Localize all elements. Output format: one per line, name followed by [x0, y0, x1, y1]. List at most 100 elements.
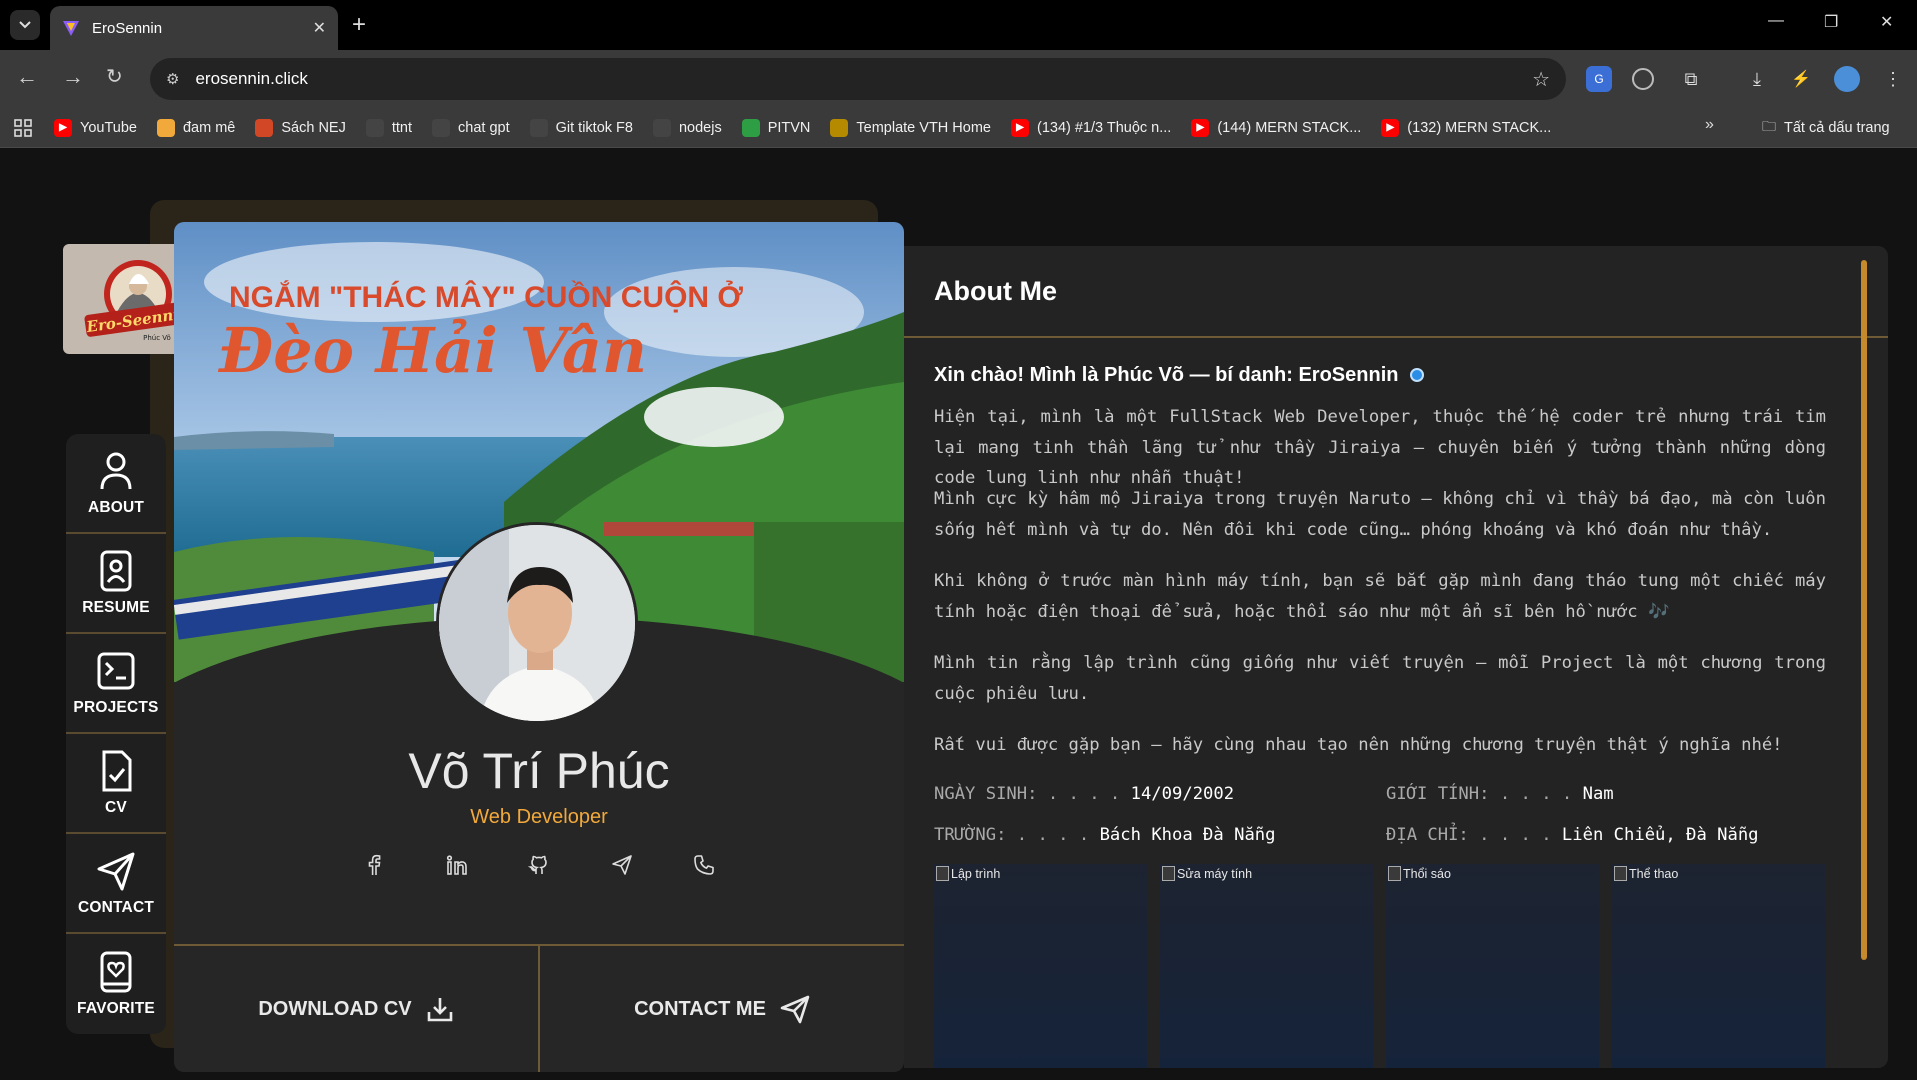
contact-me-label: CONTACT ME — [634, 997, 766, 1020]
bookmark-item[interactable]: nodejs — [652, 118, 722, 137]
nav-about[interactable]: ABOUT — [66, 434, 166, 534]
telegram-link[interactable] — [607, 850, 637, 880]
browser-tab[interactable]: EroSennin ✕ — [50, 6, 338, 50]
hobby-card[interactable]: Lập trình — [934, 864, 1147, 1068]
compass-icon[interactable] — [1632, 68, 1654, 90]
hobby-caption: Sửa máy tính — [1162, 866, 1252, 881]
about-paragraph: Hiện tại, mình là một FullStack Web Deve… — [934, 407, 1826, 488]
bookmark-label: (144) MERN STACK... — [1217, 119, 1362, 136]
scrollbar-thumb[interactable] — [1861, 260, 1867, 960]
bookmark-item[interactable]: chat gpt — [432, 118, 510, 137]
new-tab-button[interactable]: + — [352, 10, 366, 40]
linkedin-icon — [446, 855, 467, 875]
hobby-label: Lập trình — [951, 866, 1001, 881]
nav-favorite[interactable]: FAVORITE — [66, 934, 166, 1034]
nav-contact[interactable]: CONTACT — [66, 834, 166, 934]
about-paragraph: Khi không ở trước màn hình máy tính, bạn… — [934, 571, 1826, 622]
youtube-icon: ▶ — [54, 118, 72, 137]
bookmark-label: đam mê — [182, 119, 236, 136]
reload-button[interactable]: ↻ — [106, 64, 123, 89]
minimize-button[interactable]: — — [1768, 12, 1784, 30]
info-gender-value: Nam — [1582, 784, 1614, 804]
bookmark-item[interactable]: PITVN — [741, 118, 811, 137]
about-paragraph: Rất vui được gặp bạn — hãy cùng nhau tạo… — [934, 735, 1783, 755]
nav-projects[interactable]: PROJECTS — [66, 634, 166, 734]
hobby-card[interactable]: Thổi sáo — [1386, 864, 1599, 1068]
nav-cv[interactable]: CV — [66, 734, 166, 834]
download-cv-label: DOWNLOAD CV — [258, 997, 412, 1020]
info-school-value: Bách Khoa Đà Nẵng — [1099, 825, 1276, 845]
nav-resume[interactable]: RESUME — [66, 534, 166, 634]
chevron-down-icon — [19, 21, 31, 29]
restore-button[interactable]: ❐ — [1824, 12, 1838, 32]
document-check-icon — [102, 750, 132, 792]
info-dob: NGÀY SINH: . . . . 14/09/2002 — [934, 784, 1234, 804]
menu-icon[interactable]: ⋮ — [1880, 66, 1906, 92]
site-favicon — [63, 21, 79, 36]
toolbar: ← → ↻ ⚙ erosennin.click ☆ G ⧉ ⤓ ⚡ ⋮ — [0, 50, 1917, 108]
bookmark-item[interactable]: ttnt — [365, 118, 412, 137]
download-icon[interactable]: ⤓ — [1744, 66, 1770, 92]
profile-avatar[interactable] — [1834, 66, 1860, 92]
facebook-link[interactable] — [359, 850, 389, 880]
bookmark-item[interactable]: Template VTH Home — [830, 118, 991, 137]
bookmark-label: chat gpt — [458, 119, 510, 136]
download-cv-button[interactable]: DOWNLOAD CV — [174, 946, 540, 1072]
url-text[interactable]: erosennin.click — [195, 69, 1532, 89]
contact-me-button[interactable]: CONTACT ME — [540, 946, 904, 1072]
back-button[interactable]: ← — [16, 64, 38, 90]
profile-role: Web Developer — [470, 806, 608, 828]
bookmark-label: Template VTH Home — [856, 119, 991, 136]
nav-projects-label: PROJECTS — [73, 699, 159, 716]
github-icon — [528, 855, 547, 874]
nav-about-label: ABOUT — [87, 499, 145, 516]
bookmark-item[interactable]: Sách NEJ — [255, 118, 346, 137]
github-icon — [529, 118, 548, 137]
bookmark-star-icon[interactable]: ☆ — [1532, 67, 1550, 92]
page: Ero-Seennin Phúc Võ ABOUT RESUME PROJECT… — [0, 148, 1917, 1080]
performance-icon[interactable]: ⚡ — [1788, 66, 1814, 92]
more-bookmarks-icon[interactable]: » — [1705, 116, 1714, 134]
forward-button[interactable]: → — [62, 64, 84, 90]
bookmark-item[interactable]: ▶ (144) MERN STACK... — [1191, 118, 1362, 137]
youtube-icon: ▶ — [1010, 118, 1029, 137]
banner-headline: NGẮM "THÁC MÂY" CUỒN CUỘN Ở — [229, 280, 743, 314]
about-paragraph: Mình cực kỳ hâm mộ Jiraiya trong truyện … — [934, 489, 1826, 540]
close-tab-icon[interactable]: ✕ — [313, 18, 326, 38]
avatar — [436, 522, 638, 724]
nav-contact-label: CONTACT — [77, 899, 155, 916]
apps-icon[interactable] — [14, 118, 32, 137]
all-bookmarks-label: Tất cả dấu trang — [1784, 120, 1890, 136]
all-bookmarks-button[interactable]: 🗀 Tất cả dấu trang — [1762, 116, 1890, 140]
address-bar[interactable]: ⚙ erosennin.click ☆ — [150, 58, 1566, 100]
terminal-icon — [97, 652, 135, 690]
bookmark-item[interactable]: đam mê — [156, 118, 236, 137]
linkedin-link[interactable] — [442, 850, 472, 880]
download-icon — [427, 998, 452, 1022]
bookmark-item[interactable]: ▶ YouTube — [54, 118, 137, 137]
bookmark-label: PITVN — [767, 119, 811, 136]
logo-subtext: Phúc Võ — [143, 334, 171, 342]
hobby-card[interactable]: Thể thao — [1612, 864, 1825, 1068]
site-info-icon[interactable]: ⚙ — [166, 70, 179, 88]
hobby-caption: Lập trình — [936, 866, 1000, 881]
hobby-card[interactable]: Sửa máy tính — [1160, 864, 1373, 1068]
bookmark-item[interactable]: Git tiktok F8 — [529, 118, 633, 137]
facebook-icon — [368, 854, 381, 875]
bookmark-item[interactable]: ▶ (134) #1/3 Thuộc n... — [1010, 118, 1172, 137]
extensions-icon[interactable]: ⧉ — [1678, 66, 1704, 92]
github-icon — [652, 118, 671, 137]
phone-link[interactable] — [689, 850, 719, 880]
tab-search-button[interactable] — [10, 10, 40, 40]
bookmark-item[interactable]: ▶ (132) MERN STACK... — [1381, 118, 1552, 137]
moon-icon — [365, 118, 384, 137]
bookmark-label: (132) MERN STACK... — [1407, 119, 1552, 136]
google-translate-icon[interactable]: G — [1586, 66, 1612, 92]
info-address-label: ĐỊA CHỈ: . . . . — [1386, 825, 1562, 845]
github-link[interactable] — [524, 850, 554, 880]
send-icon — [780, 995, 810, 1024]
telegram-icon — [611, 855, 632, 875]
about-scrollbar[interactable] — [1857, 246, 1871, 1068]
bookmark-label: (134) #1/3 Thuộc n... — [1036, 119, 1172, 136]
close-window-button[interactable]: ✕ — [1880, 12, 1893, 32]
